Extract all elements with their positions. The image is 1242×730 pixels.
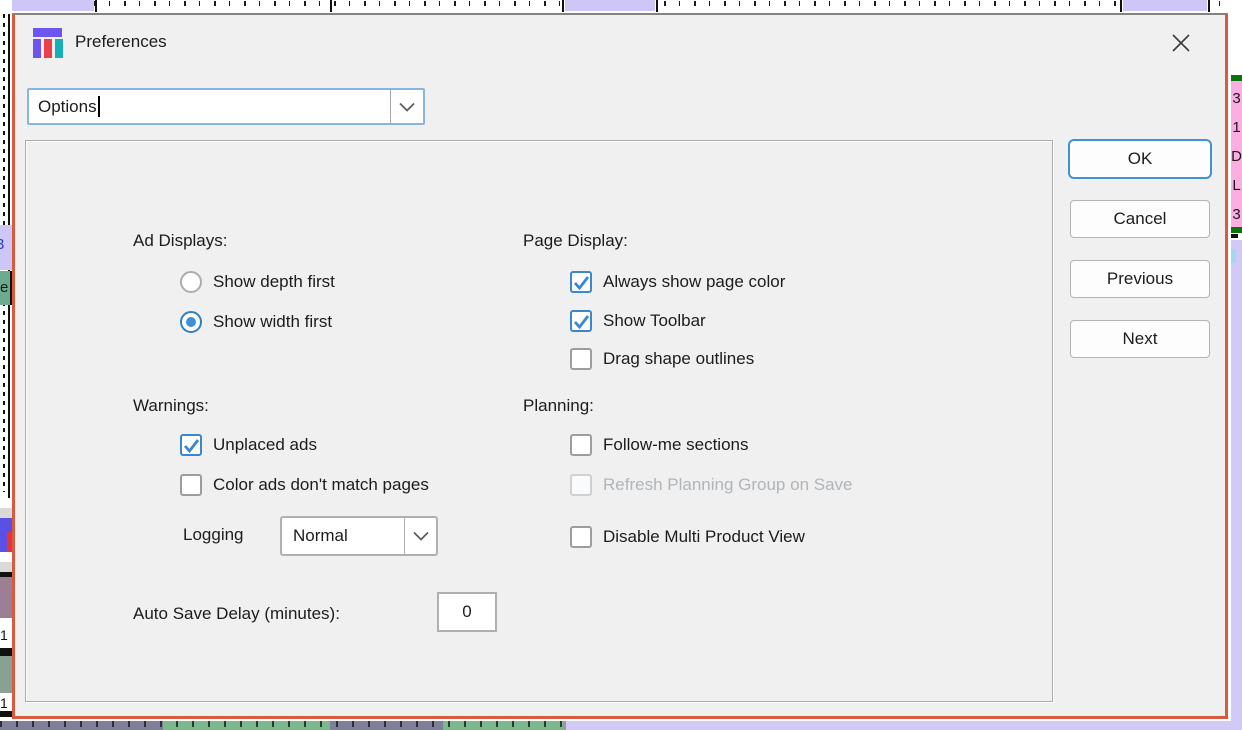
section-label-ad-displays: Ad Displays: (133, 231, 227, 251)
checkbox-label: Show Toolbar (603, 311, 706, 331)
section-label-page-display: Page Display: (523, 231, 628, 251)
checkbox-unplaced-ads[interactable]: Unplaced ads (180, 433, 317, 457)
checkbox-icon (570, 434, 592, 456)
next-button[interactable]: Next (1070, 320, 1210, 358)
checkbox-icon (570, 526, 592, 548)
checkbox-always-show-page-color[interactable]: Always show page color (570, 270, 785, 294)
background-block (0, 562, 12, 572)
background-block: 3 (0, 225, 12, 270)
chevron-down-icon (398, 100, 416, 114)
checkbox-icon (180, 474, 202, 496)
background-block (0, 577, 12, 618)
background-text-fragment: 3 (1231, 84, 1242, 113)
background-marks (0, 721, 563, 727)
background-ruler-line (562, 0, 564, 12)
previous-button[interactable]: Previous (1070, 260, 1210, 298)
background-block (0, 508, 12, 518)
background-block: e (0, 271, 12, 305)
background-block (1231, 240, 1242, 730)
radio-label: Show width first (213, 312, 332, 332)
auto-save-delay-label: Auto Save Delay (minutes): (133, 604, 340, 624)
preferences-page-combobox[interactable]: Options (27, 88, 425, 125)
combobox-value: Options (29, 97, 97, 117)
background-block (0, 518, 12, 532)
checkbox-label: Refresh Planning Group on Save (603, 475, 853, 495)
background-ruler-line (656, 0, 658, 12)
auto-save-delay-input[interactable] (437, 592, 497, 632)
checkbox-icon (180, 434, 202, 456)
background-text-fragment: L (1231, 171, 1242, 200)
background-ruler-line (1120, 0, 1122, 12)
checkbox-label: Follow-me sections (603, 435, 749, 455)
app-icon-column (55, 39, 63, 58)
logging-select[interactable]: Normal (280, 516, 438, 556)
chevron-down-icon (412, 529, 430, 543)
background-ruler-highlight (565, 0, 655, 11)
background-left-strip: 3 e 1 1 (0, 0, 12, 730)
background-text-fragment: 3 (1231, 200, 1242, 229)
background-text-column: 3 1 D L 3 (1231, 84, 1242, 229)
background-ruler-highlight (1123, 0, 1207, 11)
checkbox-show-toolbar[interactable]: Show Toolbar (570, 309, 706, 333)
app-icon-column (44, 39, 52, 58)
radio-label: Show depth first (213, 272, 335, 292)
background-block (1231, 227, 1242, 233)
section-label-planning: Planning: (523, 396, 594, 416)
checkbox-icon (570, 474, 592, 496)
background-text-fragment: 1 (1231, 113, 1242, 142)
checkbox-follow-me-sections[interactable]: Follow-me sections (570, 433, 749, 457)
app-icon-bar (33, 28, 62, 37)
cancel-button[interactable]: Cancel (1070, 200, 1210, 238)
combobox-dropdown-button[interactable] (390, 90, 423, 123)
background-block (1231, 249, 1236, 263)
checkbox-color-ads-dont-match-pages[interactable]: Color ads don't match pages (180, 473, 429, 497)
close-button[interactable] (1167, 29, 1195, 57)
dialog-title: Preferences (75, 32, 167, 52)
background-text-fragment: 1 (0, 628, 12, 643)
preferences-dialog: Preferences Options Ad Displays: Show de… (12, 13, 1228, 719)
checkbox-label: Disable Multi Product View (603, 527, 805, 547)
ok-button[interactable]: OK (1068, 139, 1212, 179)
logging-label: Logging (183, 525, 244, 545)
logging-select-dropdown-button[interactable] (404, 518, 436, 554)
app-icon-column (33, 39, 41, 58)
background-ruler-line (330, 0, 332, 12)
background-text-fragment: 3 (0, 237, 8, 252)
options-groupbox: Ad Displays: Show depth first Show width… (25, 140, 1053, 702)
checkbox-label: Unplaced ads (213, 435, 317, 455)
checkbox-icon (570, 348, 592, 370)
radio-show-width-first[interactable]: Show width first (180, 310, 332, 334)
background-ruler-line (1208, 0, 1210, 12)
background-text-fragment: 1 (0, 696, 12, 711)
checkbox-label: Color ads don't match pages (213, 475, 429, 495)
text-cursor (98, 96, 100, 117)
radio-show-depth-first[interactable]: Show depth first (180, 270, 335, 294)
background-block (566, 721, 1242, 730)
checkbox-disable-multi-product-view[interactable]: Disable Multi Product View (570, 525, 805, 549)
background-text-fragment: D (1231, 142, 1242, 171)
background-ruler-highlight (12, 0, 94, 11)
background-block (1231, 234, 1238, 238)
app-icon-columns (33, 39, 63, 58)
background-block (0, 648, 12, 656)
checkbox-refresh-planning-group-on-save: Refresh Planning Group on Save (570, 473, 853, 497)
radio-icon (180, 311, 202, 333)
section-label-warnings: Warnings: (133, 396, 209, 416)
background-block (0, 532, 12, 552)
background-block (0, 711, 12, 717)
background-text-fragment: e (0, 280, 12, 295)
logging-select-value: Normal (282, 526, 348, 546)
checkbox-label: Drag shape outlines (603, 349, 754, 369)
checkbox-icon (570, 271, 592, 293)
checkbox-icon (570, 310, 592, 332)
background-block (0, 656, 12, 693)
app-icon (33, 28, 63, 58)
radio-icon (180, 271, 202, 293)
close-icon (1169, 31, 1193, 55)
checkbox-drag-shape-outlines[interactable]: Drag shape outlines (570, 347, 754, 371)
checkbox-label: Always show page color (603, 272, 785, 292)
background-ruler-line (95, 0, 97, 12)
